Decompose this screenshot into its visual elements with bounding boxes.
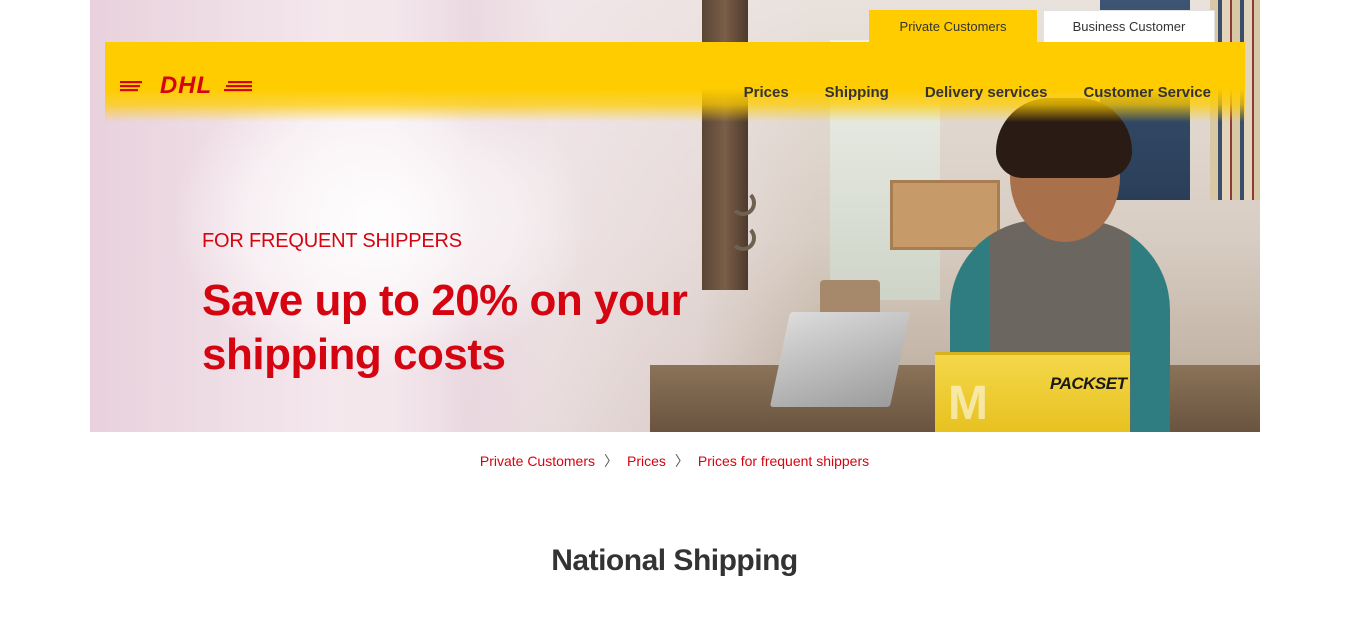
dhl-logo-text: DHL [160, 72, 212, 98]
nav-shipping[interactable]: Shipping [825, 84, 889, 101]
scene-hook [730, 225, 756, 251]
tab-private-customers[interactable]: Private Customers [869, 10, 1037, 42]
nav-customer-service[interactable]: Customer Service [1083, 84, 1211, 101]
section-title: National Shipping [551, 544, 798, 577]
chevron-right-icon: 〉 [674, 453, 689, 469]
hero-headline: Save up to 20% on your shipping costs [202, 274, 762, 382]
hero-headline-line1: Save up to 20% on your [202, 276, 688, 325]
dhl-logo[interactable]: DHL [120, 72, 252, 98]
breadcrumb: Private Customers 〉 Prices 〉 Prices for … [0, 451, 1349, 471]
tab-business-customer[interactable]: Business Customer [1043, 10, 1215, 42]
main-nav: Prices Shipping Delivery services Custom… [744, 84, 1211, 101]
nav-prices[interactable]: Prices [744, 84, 789, 101]
breadcrumb-frequent-shippers[interactable]: Prices for frequent shippers [698, 453, 869, 469]
packset-box-size: M [948, 377, 988, 430]
scene-hook [730, 190, 756, 216]
chevron-right-icon: 〉 [604, 453, 619, 469]
site-header: DHL Prices Shipping Delivery services Cu… [105, 42, 1245, 122]
scene-laptop [769, 312, 911, 407]
hero-headline-line2: shipping costs [202, 330, 506, 379]
nav-delivery-services[interactable]: Delivery services [925, 84, 1048, 101]
breadcrumb-private-customers[interactable]: Private Customers [480, 453, 595, 469]
breadcrumb-prices[interactable]: Prices [627, 453, 666, 469]
packset-box-label: PACKSET [1050, 374, 1127, 393]
hero-eyebrow: FOR FREQUENT SHIPPERS [202, 230, 462, 252]
